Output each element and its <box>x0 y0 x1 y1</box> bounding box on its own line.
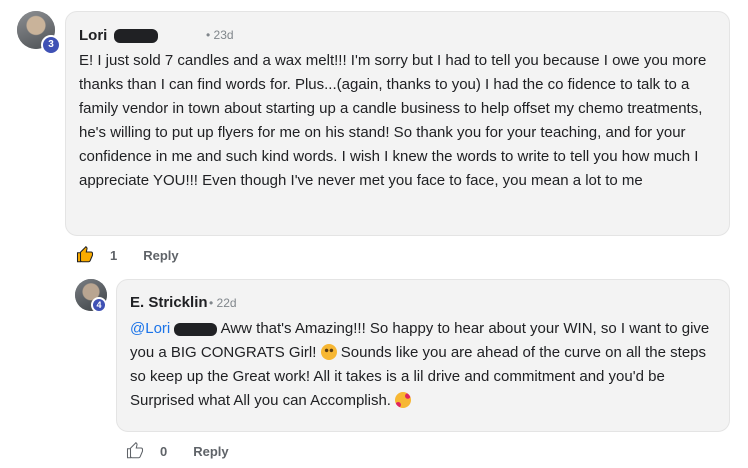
thumbs-up-icon[interactable] <box>76 246 94 264</box>
redacted-surname <box>113 29 158 44</box>
comment-body: E! I just sold 7 candles and a wax melt!… <box>79 52 707 189</box>
comment-bubble: Lori • 23d E! I just sold 7 candles and … <box>65 11 730 236</box>
author-name[interactable]: E. Stricklin <box>130 294 208 311</box>
author-name[interactable]: Lori <box>79 27 158 44</box>
redacted-surname <box>174 322 218 336</box>
level-badge: 4 <box>91 297 107 313</box>
reply-button[interactable]: Reply <box>193 444 228 459</box>
reply-button[interactable]: Reply <box>143 248 178 263</box>
reply-actions: 0 Reply <box>126 442 229 460</box>
face-with-hearts-emoji <box>395 392 412 408</box>
hugging-face-emoji <box>320 344 337 360</box>
timestamp[interactable]: • 23d <box>206 28 234 42</box>
like-count: 0 <box>160 443 168 459</box>
comment-actions: 1 Reply <box>76 246 179 264</box>
thumbs-up-icon[interactable] <box>126 442 144 460</box>
timestamp[interactable]: • 22d <box>209 296 237 310</box>
level-badge: 3 <box>41 35 61 55</box>
like-count: 1 <box>110 247 118 263</box>
reply-body: @Lori Aww that's Amazing!!! So happy to … <box>130 320 710 409</box>
reply-bubble: E. Stricklin • 22d @Lori Aww that's Amaz… <box>116 279 730 432</box>
mention-link[interactable]: @Lori <box>130 320 170 337</box>
